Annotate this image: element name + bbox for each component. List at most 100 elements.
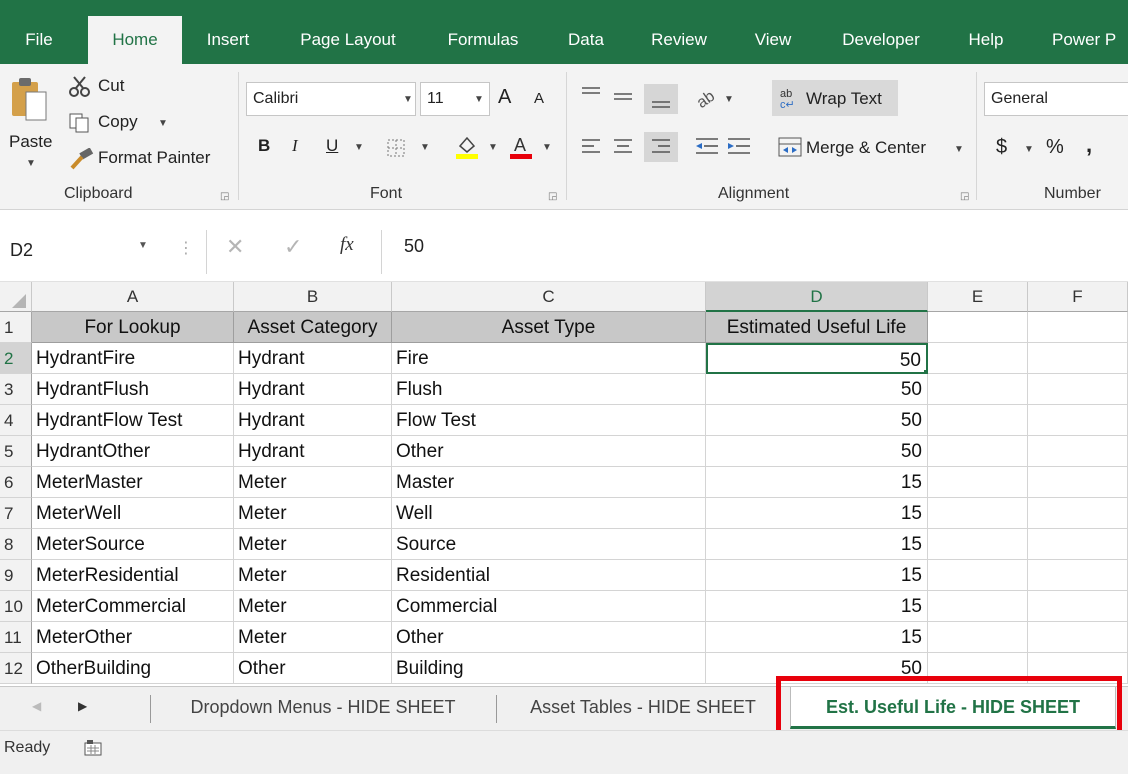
copy-icon[interactable]: [68, 112, 92, 134]
cell[interactable]: Meter: [234, 467, 392, 498]
cell[interactable]: [928, 312, 1028, 343]
cell[interactable]: Source: [392, 529, 706, 560]
cell[interactable]: 15: [706, 591, 928, 622]
cell[interactable]: [928, 498, 1028, 529]
alignment-launcher-icon[interactable]: ◲: [960, 191, 969, 202]
font-name-combo[interactable]: Calibri: [246, 82, 416, 116]
scroll-left-icon[interactable]: ◀: [32, 699, 41, 713]
cell[interactable]: [928, 591, 1028, 622]
format-painter-icon[interactable]: [68, 147, 94, 170]
cell[interactable]: MeterResidential: [32, 560, 234, 591]
tab-developer[interactable]: Developer: [828, 16, 934, 64]
underline-button[interactable]: U: [326, 136, 338, 156]
tab-formulas[interactable]: Formulas: [434, 16, 532, 64]
cell[interactable]: Hydrant: [234, 343, 392, 374]
cell[interactable]: [928, 622, 1028, 653]
vertical-align-icons[interactable]: [578, 84, 688, 114]
cell[interactable]: [1028, 622, 1128, 653]
tab-review[interactable]: Review: [640, 16, 718, 64]
cell[interactable]: MeterSource: [32, 529, 234, 560]
cell[interactable]: [928, 436, 1028, 467]
cell[interactable]: Well: [392, 498, 706, 529]
font-color-dropdown-icon[interactable]: ▼: [542, 142, 552, 153]
row-header[interactable]: 6: [0, 467, 32, 498]
cell[interactable]: 50: [706, 374, 928, 405]
cell[interactable]: [928, 405, 1028, 436]
cut-button[interactable]: Cut: [98, 76, 124, 96]
comma-button[interactable]: ,: [1086, 132, 1092, 158]
cell[interactable]: [1028, 436, 1128, 467]
tab-data[interactable]: Data: [558, 16, 614, 64]
paste-button[interactable]: Paste: [9, 132, 52, 152]
row-header[interactable]: 10: [0, 591, 32, 622]
font-color-icon[interactable]: A: [508, 134, 534, 160]
header-cell[interactable]: Estimated Useful Life: [706, 312, 928, 343]
font-name-dropdown-icon[interactable]: ▼: [403, 94, 413, 105]
formula-input[interactable]: 50: [404, 236, 424, 257]
cell[interactable]: [1028, 405, 1128, 436]
cell[interactable]: [928, 529, 1028, 560]
cell[interactable]: Other: [392, 622, 706, 653]
column-header-e[interactable]: E: [928, 282, 1028, 312]
horizontal-align-icons[interactable]: [578, 132, 688, 162]
underline-dropdown-icon[interactable]: ▼: [354, 142, 364, 153]
cell[interactable]: Other: [234, 653, 392, 684]
cell[interactable]: HydrantFlush: [32, 374, 234, 405]
cell[interactable]: HydrantFlow Test: [32, 405, 234, 436]
header-cell[interactable]: For Lookup: [32, 312, 234, 343]
percent-button[interactable]: %: [1046, 136, 1064, 159]
tab-insert[interactable]: Insert: [196, 16, 260, 64]
borders-dropdown-icon[interactable]: ▼: [420, 142, 430, 153]
column-header-a[interactable]: A: [32, 282, 234, 312]
wrap-text-button[interactable]: Wrap Text: [806, 89, 882, 109]
copy-button[interactable]: Copy: [98, 112, 138, 132]
fill-color-dropdown-icon[interactable]: ▼: [488, 142, 498, 153]
cancel-icon[interactable]: ✕: [226, 234, 244, 260]
copy-dropdown-icon[interactable]: ▼: [158, 118, 168, 129]
cell[interactable]: Meter: [234, 560, 392, 591]
cell[interactable]: [1028, 312, 1128, 343]
cell[interactable]: Hydrant: [234, 436, 392, 467]
font-size-dropdown-icon[interactable]: ▼: [474, 94, 484, 105]
cell[interactable]: Master: [392, 467, 706, 498]
tab-power-pivot[interactable]: Power P: [1040, 16, 1128, 64]
sheet-tab-asset-tables[interactable]: Asset Tables - HIDE SHEET: [498, 687, 788, 729]
cell[interactable]: Meter: [234, 529, 392, 560]
cell[interactable]: Hydrant: [234, 405, 392, 436]
cell[interactable]: [1028, 467, 1128, 498]
cell[interactable]: [1028, 591, 1128, 622]
borders-icon[interactable]: [386, 138, 408, 158]
cell[interactable]: Commercial: [392, 591, 706, 622]
cell[interactable]: Residential: [392, 560, 706, 591]
cell[interactable]: Hydrant: [234, 374, 392, 405]
row-header[interactable]: 1: [0, 312, 32, 343]
row-header[interactable]: 8: [0, 529, 32, 560]
cell[interactable]: MeterOther: [32, 622, 234, 653]
macro-record-icon[interactable]: [84, 739, 104, 757]
row-header[interactable]: 5: [0, 436, 32, 467]
grow-font-button[interactable]: A: [498, 86, 511, 109]
row-header[interactable]: 3: [0, 374, 32, 405]
scroll-right-icon[interactable]: ▶: [78, 699, 87, 713]
tab-home[interactable]: Home: [88, 16, 182, 64]
currency-dropdown-icon[interactable]: ▼: [1024, 144, 1034, 155]
sheet-tab-dropdown-menus[interactable]: Dropdown Menus - HIDE SHEET: [152, 687, 494, 729]
header-cell[interactable]: Asset Type: [392, 312, 706, 343]
cell[interactable]: [928, 467, 1028, 498]
cell[interactable]: [928, 374, 1028, 405]
cell[interactable]: 50: [706, 436, 928, 467]
tab-help[interactable]: Help: [958, 16, 1014, 64]
bold-button[interactable]: B: [258, 136, 270, 156]
insert-function-icon[interactable]: fx: [340, 234, 354, 256]
fill-color-icon[interactable]: [454, 134, 480, 160]
paste-icon[interactable]: [10, 76, 50, 124]
tab-view[interactable]: View: [744, 16, 802, 64]
tab-file[interactable]: File: [10, 16, 68, 64]
column-header-b[interactable]: B: [234, 282, 392, 312]
cell[interactable]: [1028, 343, 1128, 374]
cell[interactable]: MeterCommercial: [32, 591, 234, 622]
cell[interactable]: Building: [392, 653, 706, 684]
fill-handle[interactable]: [923, 369, 926, 372]
paste-dropdown-icon[interactable]: ▼: [26, 158, 36, 169]
cell[interactable]: HydrantFire: [32, 343, 234, 374]
